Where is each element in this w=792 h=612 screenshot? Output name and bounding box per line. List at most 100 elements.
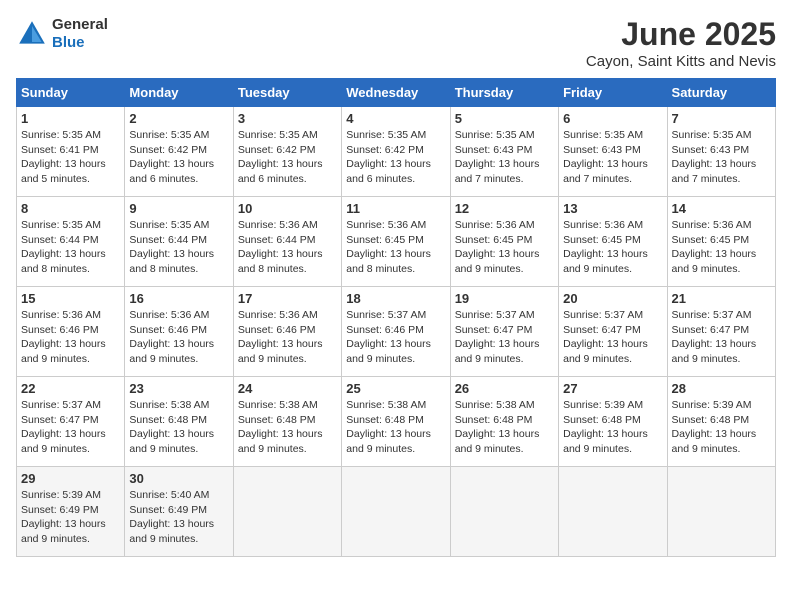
logo-blue: Blue — [52, 34, 85, 51]
day-info: Sunrise: 5:37 AM Sunset: 6:46 PM Dayligh… — [346, 308, 445, 367]
day-number: 10 — [238, 201, 337, 216]
day-number: 14 — [672, 201, 771, 216]
day-number: 12 — [455, 201, 554, 216]
day-info: Sunrise: 5:35 AM Sunset: 6:44 PM Dayligh… — [129, 218, 228, 277]
day-info: Sunrise: 5:38 AM Sunset: 6:48 PM Dayligh… — [238, 398, 337, 457]
calendar-week-4: 22 Sunrise: 5:37 AM Sunset: 6:47 PM Dayl… — [17, 377, 776, 467]
calendar-cell: 29 Sunrise: 5:39 AM Sunset: 6:49 PM Dayl… — [17, 467, 125, 557]
day-number: 9 — [129, 201, 228, 216]
day-info: Sunrise: 5:35 AM Sunset: 6:44 PM Dayligh… — [21, 218, 120, 277]
calendar-cell: 19 Sunrise: 5:37 AM Sunset: 6:47 PM Dayl… — [450, 287, 558, 377]
day-info: Sunrise: 5:37 AM Sunset: 6:47 PM Dayligh… — [563, 308, 662, 367]
day-info: Sunrise: 5:36 AM Sunset: 6:45 PM Dayligh… — [672, 218, 771, 277]
day-number: 19 — [455, 291, 554, 306]
day-number: 6 — [563, 111, 662, 126]
day-info: Sunrise: 5:35 AM Sunset: 6:43 PM Dayligh… — [672, 128, 771, 187]
day-info: Sunrise: 5:38 AM Sunset: 6:48 PM Dayligh… — [129, 398, 228, 457]
calendar-cell: 11 Sunrise: 5:36 AM Sunset: 6:45 PM Dayl… — [342, 197, 450, 287]
calendar-cell — [667, 467, 775, 557]
calendar-cell: 25 Sunrise: 5:38 AM Sunset: 6:48 PM Dayl… — [342, 377, 450, 467]
calendar-header-friday: Friday — [559, 79, 667, 107]
calendar-cell — [450, 467, 558, 557]
day-number: 11 — [346, 201, 445, 216]
day-info: Sunrise: 5:36 AM Sunset: 6:46 PM Dayligh… — [129, 308, 228, 367]
day-number: 17 — [238, 291, 337, 306]
calendar-cell — [233, 467, 341, 557]
day-info: Sunrise: 5:40 AM Sunset: 6:49 PM Dayligh… — [129, 488, 228, 547]
day-number: 21 — [672, 291, 771, 306]
calendar-cell: 6 Sunrise: 5:35 AM Sunset: 6:43 PM Dayli… — [559, 107, 667, 197]
calendar-header-sunday: Sunday — [17, 79, 125, 107]
day-number: 20 — [563, 291, 662, 306]
calendar-header-saturday: Saturday — [667, 79, 775, 107]
calendar-cell: 15 Sunrise: 5:36 AM Sunset: 6:46 PM Dayl… — [17, 287, 125, 377]
calendar-week-3: 15 Sunrise: 5:36 AM Sunset: 6:46 PM Dayl… — [17, 287, 776, 377]
calendar-week-1: 1 Sunrise: 5:35 AM Sunset: 6:41 PM Dayli… — [17, 107, 776, 197]
calendar-cell: 16 Sunrise: 5:36 AM Sunset: 6:46 PM Dayl… — [125, 287, 233, 377]
calendar: SundayMondayTuesdayWednesdayThursdayFrid… — [16, 78, 776, 557]
day-number: 24 — [238, 381, 337, 396]
logo: General Blue — [16, 16, 108, 52]
calendar-cell: 5 Sunrise: 5:35 AM Sunset: 6:43 PM Dayli… — [450, 107, 558, 197]
calendar-cell: 27 Sunrise: 5:39 AM Sunset: 6:48 PM Dayl… — [559, 377, 667, 467]
calendar-cell: 17 Sunrise: 5:36 AM Sunset: 6:46 PM Dayl… — [233, 287, 341, 377]
calendar-header-row: SundayMondayTuesdayWednesdayThursdayFrid… — [17, 79, 776, 107]
calendar-header-wednesday: Wednesday — [342, 79, 450, 107]
day-info: Sunrise: 5:39 AM Sunset: 6:48 PM Dayligh… — [672, 398, 771, 457]
day-info: Sunrise: 5:36 AM Sunset: 6:45 PM Dayligh… — [346, 218, 445, 277]
day-info: Sunrise: 5:38 AM Sunset: 6:48 PM Dayligh… — [455, 398, 554, 457]
day-number: 7 — [672, 111, 771, 126]
day-number: 26 — [455, 381, 554, 396]
day-info: Sunrise: 5:35 AM Sunset: 6:42 PM Dayligh… — [346, 128, 445, 187]
calendar-cell: 30 Sunrise: 5:40 AM Sunset: 6:49 PM Dayl… — [125, 467, 233, 557]
calendar-cell: 22 Sunrise: 5:37 AM Sunset: 6:47 PM Dayl… — [17, 377, 125, 467]
logo-general: General — [52, 16, 108, 33]
month-title: June 2025 — [586, 16, 776, 53]
day-number: 13 — [563, 201, 662, 216]
day-info: Sunrise: 5:39 AM Sunset: 6:48 PM Dayligh… — [563, 398, 662, 457]
calendar-header-thursday: Thursday — [450, 79, 558, 107]
calendar-cell: 10 Sunrise: 5:36 AM Sunset: 6:44 PM Dayl… — [233, 197, 341, 287]
calendar-cell: 20 Sunrise: 5:37 AM Sunset: 6:47 PM Dayl… — [559, 287, 667, 377]
calendar-cell: 21 Sunrise: 5:37 AM Sunset: 6:47 PM Dayl… — [667, 287, 775, 377]
day-info: Sunrise: 5:36 AM Sunset: 6:44 PM Dayligh… — [238, 218, 337, 277]
calendar-cell: 18 Sunrise: 5:37 AM Sunset: 6:46 PM Dayl… — [342, 287, 450, 377]
calendar-cell: 9 Sunrise: 5:35 AM Sunset: 6:44 PM Dayli… — [125, 197, 233, 287]
calendar-header-tuesday: Tuesday — [233, 79, 341, 107]
calendar-cell: 7 Sunrise: 5:35 AM Sunset: 6:43 PM Dayli… — [667, 107, 775, 197]
calendar-cell: 13 Sunrise: 5:36 AM Sunset: 6:45 PM Dayl… — [559, 197, 667, 287]
day-info: Sunrise: 5:35 AM Sunset: 6:42 PM Dayligh… — [238, 128, 337, 187]
day-number: 5 — [455, 111, 554, 126]
day-info: Sunrise: 5:35 AM Sunset: 6:43 PM Dayligh… — [563, 128, 662, 187]
calendar-cell — [342, 467, 450, 557]
day-info: Sunrise: 5:38 AM Sunset: 6:48 PM Dayligh… — [346, 398, 445, 457]
calendar-cell: 4 Sunrise: 5:35 AM Sunset: 6:42 PM Dayli… — [342, 107, 450, 197]
day-number: 1 — [21, 111, 120, 126]
header: General Blue June 2025 Cayon, Saint Kitt… — [16, 16, 776, 70]
day-number: 28 — [672, 381, 771, 396]
day-number: 16 — [129, 291, 228, 306]
location-title: Cayon, Saint Kitts and Nevis — [586, 53, 776, 70]
title-area: June 2025 Cayon, Saint Kitts and Nevis — [586, 16, 776, 70]
day-info: Sunrise: 5:37 AM Sunset: 6:47 PM Dayligh… — [455, 308, 554, 367]
day-info: Sunrise: 5:36 AM Sunset: 6:45 PM Dayligh… — [563, 218, 662, 277]
day-number: 3 — [238, 111, 337, 126]
day-info: Sunrise: 5:35 AM Sunset: 6:41 PM Dayligh… — [21, 128, 120, 187]
day-info: Sunrise: 5:39 AM Sunset: 6:49 PM Dayligh… — [21, 488, 120, 547]
day-number: 15 — [21, 291, 120, 306]
calendar-cell: 12 Sunrise: 5:36 AM Sunset: 6:45 PM Dayl… — [450, 197, 558, 287]
day-number: 22 — [21, 381, 120, 396]
day-info: Sunrise: 5:37 AM Sunset: 6:47 PM Dayligh… — [672, 308, 771, 367]
day-info: Sunrise: 5:35 AM Sunset: 6:42 PM Dayligh… — [129, 128, 228, 187]
calendar-cell: 14 Sunrise: 5:36 AM Sunset: 6:45 PM Dayl… — [667, 197, 775, 287]
day-number: 29 — [21, 471, 120, 486]
day-number: 25 — [346, 381, 445, 396]
logo-icon — [16, 18, 48, 50]
day-info: Sunrise: 5:36 AM Sunset: 6:45 PM Dayligh… — [455, 218, 554, 277]
day-info: Sunrise: 5:37 AM Sunset: 6:47 PM Dayligh… — [21, 398, 120, 457]
calendar-week-5: 29 Sunrise: 5:39 AM Sunset: 6:49 PM Dayl… — [17, 467, 776, 557]
calendar-cell: 8 Sunrise: 5:35 AM Sunset: 6:44 PM Dayli… — [17, 197, 125, 287]
calendar-week-2: 8 Sunrise: 5:35 AM Sunset: 6:44 PM Dayli… — [17, 197, 776, 287]
calendar-cell: 3 Sunrise: 5:35 AM Sunset: 6:42 PM Dayli… — [233, 107, 341, 197]
logo-text: General Blue — [52, 16, 108, 52]
